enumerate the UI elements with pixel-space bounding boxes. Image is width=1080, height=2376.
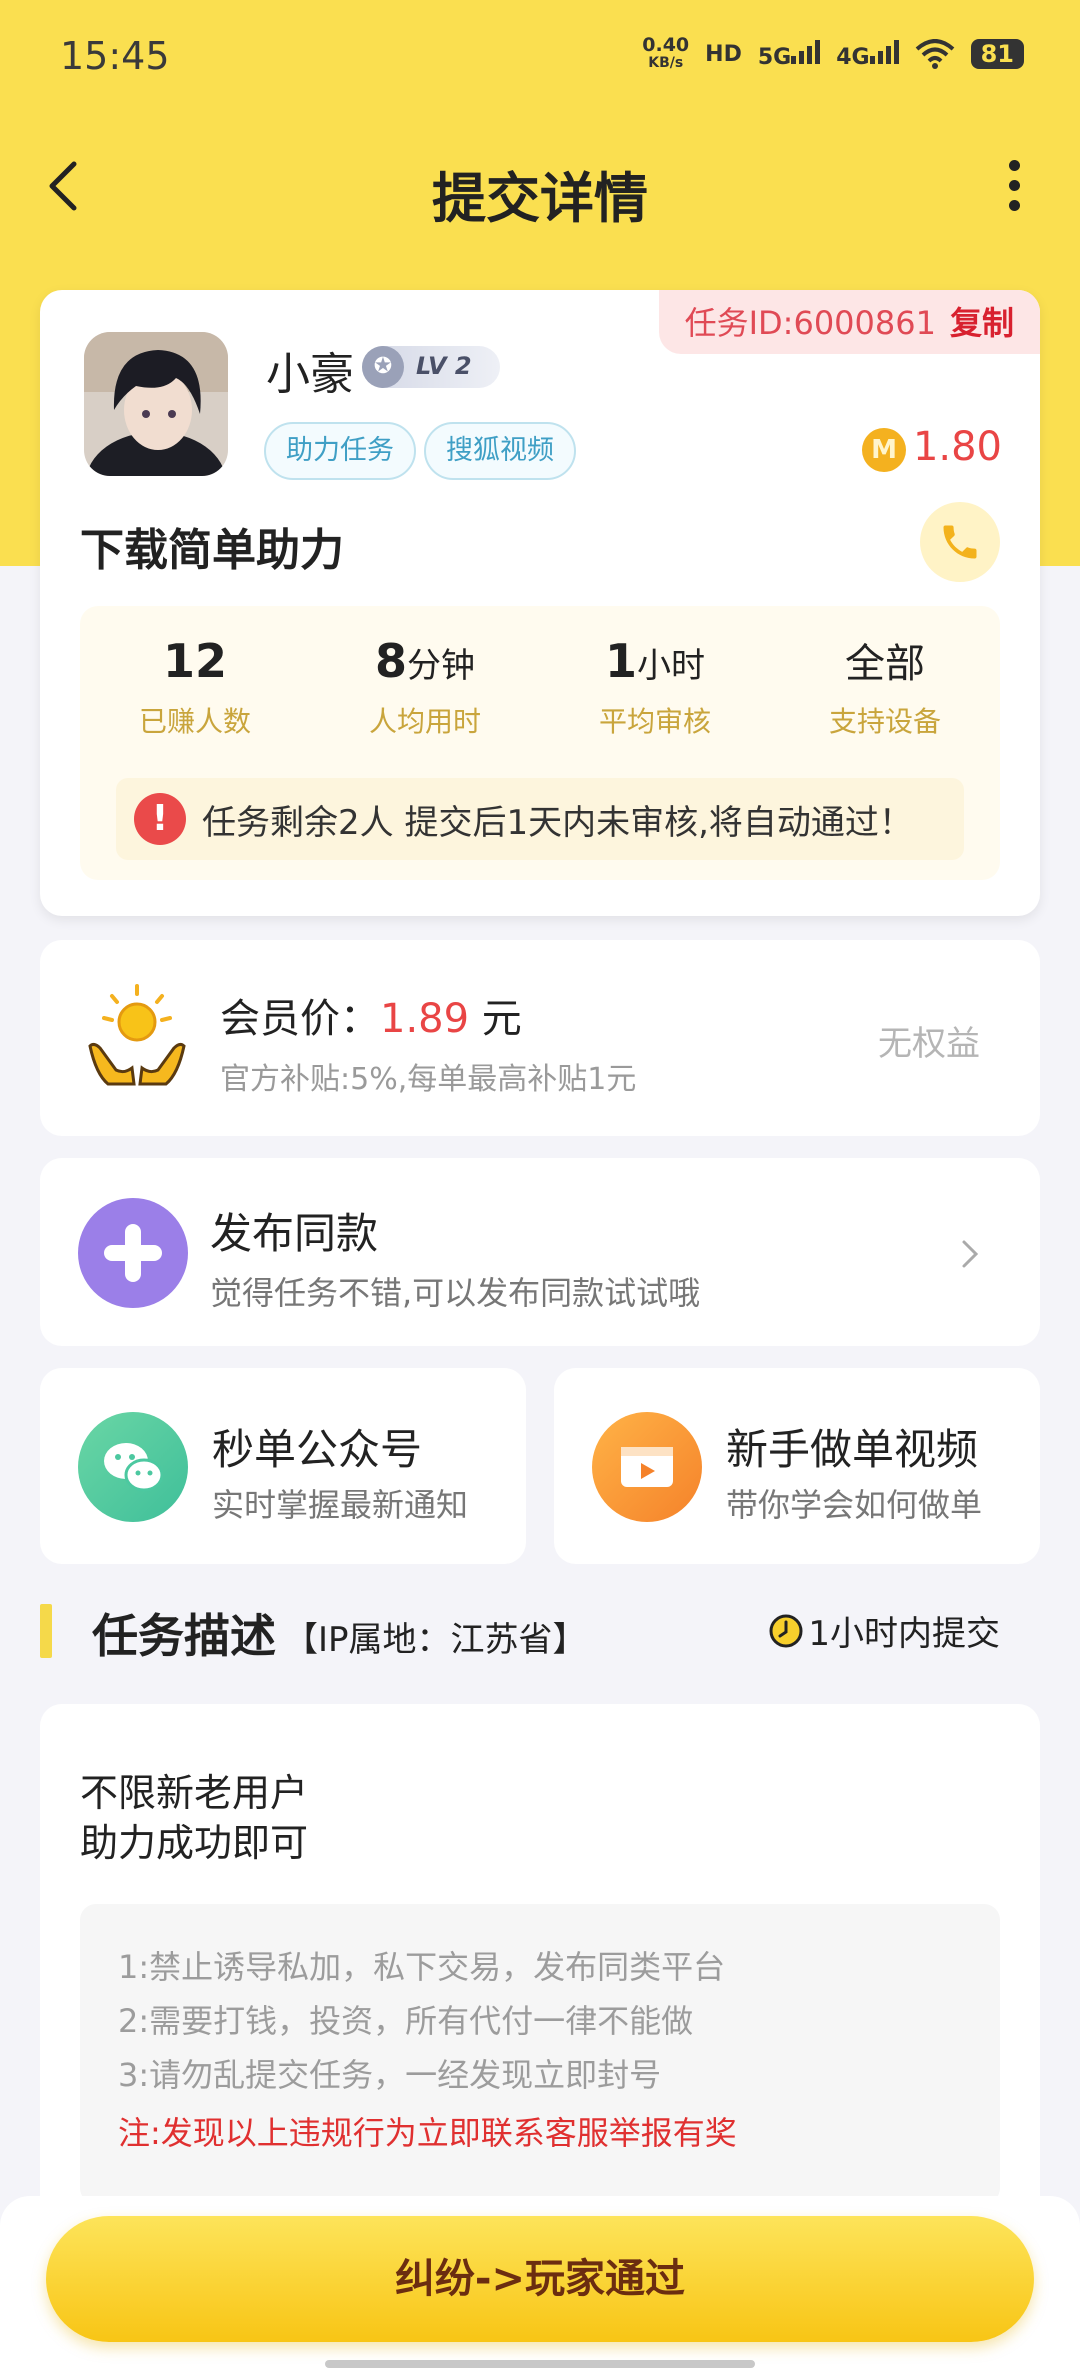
tutorial-video-card[interactable]: 新手做单视频 带你学会如何做单 xyxy=(554,1368,1040,1564)
coin-icon: M xyxy=(862,428,906,472)
member-price-card[interactable]: 会员价：1.89 元 官方补贴:5%,每单最高补贴1元 无权益 xyxy=(40,940,1040,1136)
wechat-title: 秒单公众号 xyxy=(212,1425,423,1474)
chevron-right-icon xyxy=(962,1240,979,1268)
clock-icon xyxy=(769,1614,803,1647)
wechat-official-card[interactable]: 秒单公众号 实时掌握最新通知 xyxy=(40,1368,526,1564)
title-bar: 提交详情 xyxy=(0,140,1080,230)
stat-devices: 全部 支持设备 xyxy=(828,641,941,738)
member-subsidy: 官方补贴:5%,每单最高补贴1元 xyxy=(220,1062,637,1097)
net-speed: 0.40 KB/s xyxy=(642,34,690,72)
task-notice: ! 任务剩余2人 提交后1天内未审核,将自动通过！ xyxy=(116,778,964,860)
rule-item: 3:请勿乱提交任务，一经发现立即封号 xyxy=(118,2056,662,2094)
page-title: 提交详情 xyxy=(432,167,648,230)
video-title: 新手做单视频 xyxy=(726,1425,979,1474)
wechat-icon xyxy=(78,1412,188,1522)
warning-icon: ! xyxy=(134,793,186,845)
status-bar: 15:45 0.40 KB/s HD 5G 4G 81 xyxy=(0,0,1080,120)
copy-button[interactable]: 复制 xyxy=(950,304,1014,342)
section-marker xyxy=(40,1604,52,1658)
status-time: 15:45 xyxy=(60,34,170,78)
publish-subtitle: 觉得任务不错,可以发布同款试试哦 xyxy=(210,1274,701,1312)
member-benefit-status: 无权益 xyxy=(878,1024,980,1064)
tag-sohu-video: 搜狐视频 xyxy=(424,422,576,480)
rules-box: 1:禁止诱导私加，私下交易，发布同类平台 2:需要打钱，投资，所有代付一律不能做… xyxy=(80,1904,1000,2204)
member-price: 1.89 xyxy=(380,996,470,1042)
battery-icon: 81 xyxy=(970,39,1024,69)
section-title: 任务描述 xyxy=(92,1609,276,1663)
video-subtitle: 带你学会如何做单 xyxy=(726,1486,983,1524)
hd-icon: HD xyxy=(705,41,742,67)
signal-4g-icon: 4G xyxy=(836,38,899,70)
medal-icon: ✪ xyxy=(362,346,404,388)
reward-amount: 1.80 xyxy=(912,424,1002,470)
more-menu-button[interactable] xyxy=(984,150,1044,220)
rule-warning: 注:发现以上违规行为立即联系客服举报有奖 xyxy=(118,2114,737,2152)
submit-deadline: 1小时内提交 xyxy=(768,1606,1000,1655)
bottom-action-bar: 纠纷->玩家通过 xyxy=(0,2196,1080,2376)
description-text: 不限新老用户 助力成功即可 xyxy=(80,1771,309,1865)
stat-avg-review: 1小时 平均审核 xyxy=(598,634,711,738)
avatar[interactable] xyxy=(84,332,228,476)
coin-hands-icon xyxy=(88,984,186,1086)
stat-earned: 12 已赚人数 xyxy=(138,634,251,738)
level-badge: ✪ LV 2 xyxy=(362,346,500,388)
rule-item: 1:禁止诱导私加，私下交易，发布同类平台 xyxy=(118,1948,726,1986)
publish-title: 发布同款 xyxy=(210,1209,379,1258)
task-title: 下载简单助力 xyxy=(80,525,344,576)
home-indicator[interactable] xyxy=(325,2360,755,2368)
video-icon xyxy=(592,1412,702,1522)
stat-avg-time: 8分钟 人均用时 xyxy=(368,634,481,738)
task-card: 任务ID:6000861 复制 小豪 ✪ LV 2 助力任务 搜狐视频 M 1.8… xyxy=(40,290,1040,916)
contact-button[interactable] xyxy=(920,502,1000,582)
wifi-icon xyxy=(915,39,954,69)
status-icons: 0.40 KB/s HD 5G 4G 81 xyxy=(642,36,1024,72)
dispute-pass-button[interactable]: 纠纷->玩家通过 xyxy=(46,2216,1034,2342)
wechat-subtitle: 实时掌握最新通知 xyxy=(212,1486,469,1524)
task-id-badge: 任务ID:6000861 复制 xyxy=(658,290,1040,354)
username: 小豪 xyxy=(266,349,354,400)
phone-icon xyxy=(943,525,977,559)
rule-item: 2:需要打钱，投资，所有代付一律不能做 xyxy=(118,2002,694,2040)
ip-location: 【IP属地：江苏省】 xyxy=(284,1620,587,1660)
task-stats: 12 已赚人数 8分钟 人均用时 1小时 平均审核 全部 支持设备 ! 任务剩余… xyxy=(80,606,1000,880)
tag-help-task: 助力任务 xyxy=(264,422,416,480)
signal-5g-icon: 5G xyxy=(758,38,821,70)
member-price-label: 会员价：1.89 元 xyxy=(220,996,522,1042)
plus-icon xyxy=(78,1198,188,1308)
publish-same-card[interactable]: 发布同款 觉得任务不错,可以发布同款试试哦 xyxy=(40,1158,1040,1346)
